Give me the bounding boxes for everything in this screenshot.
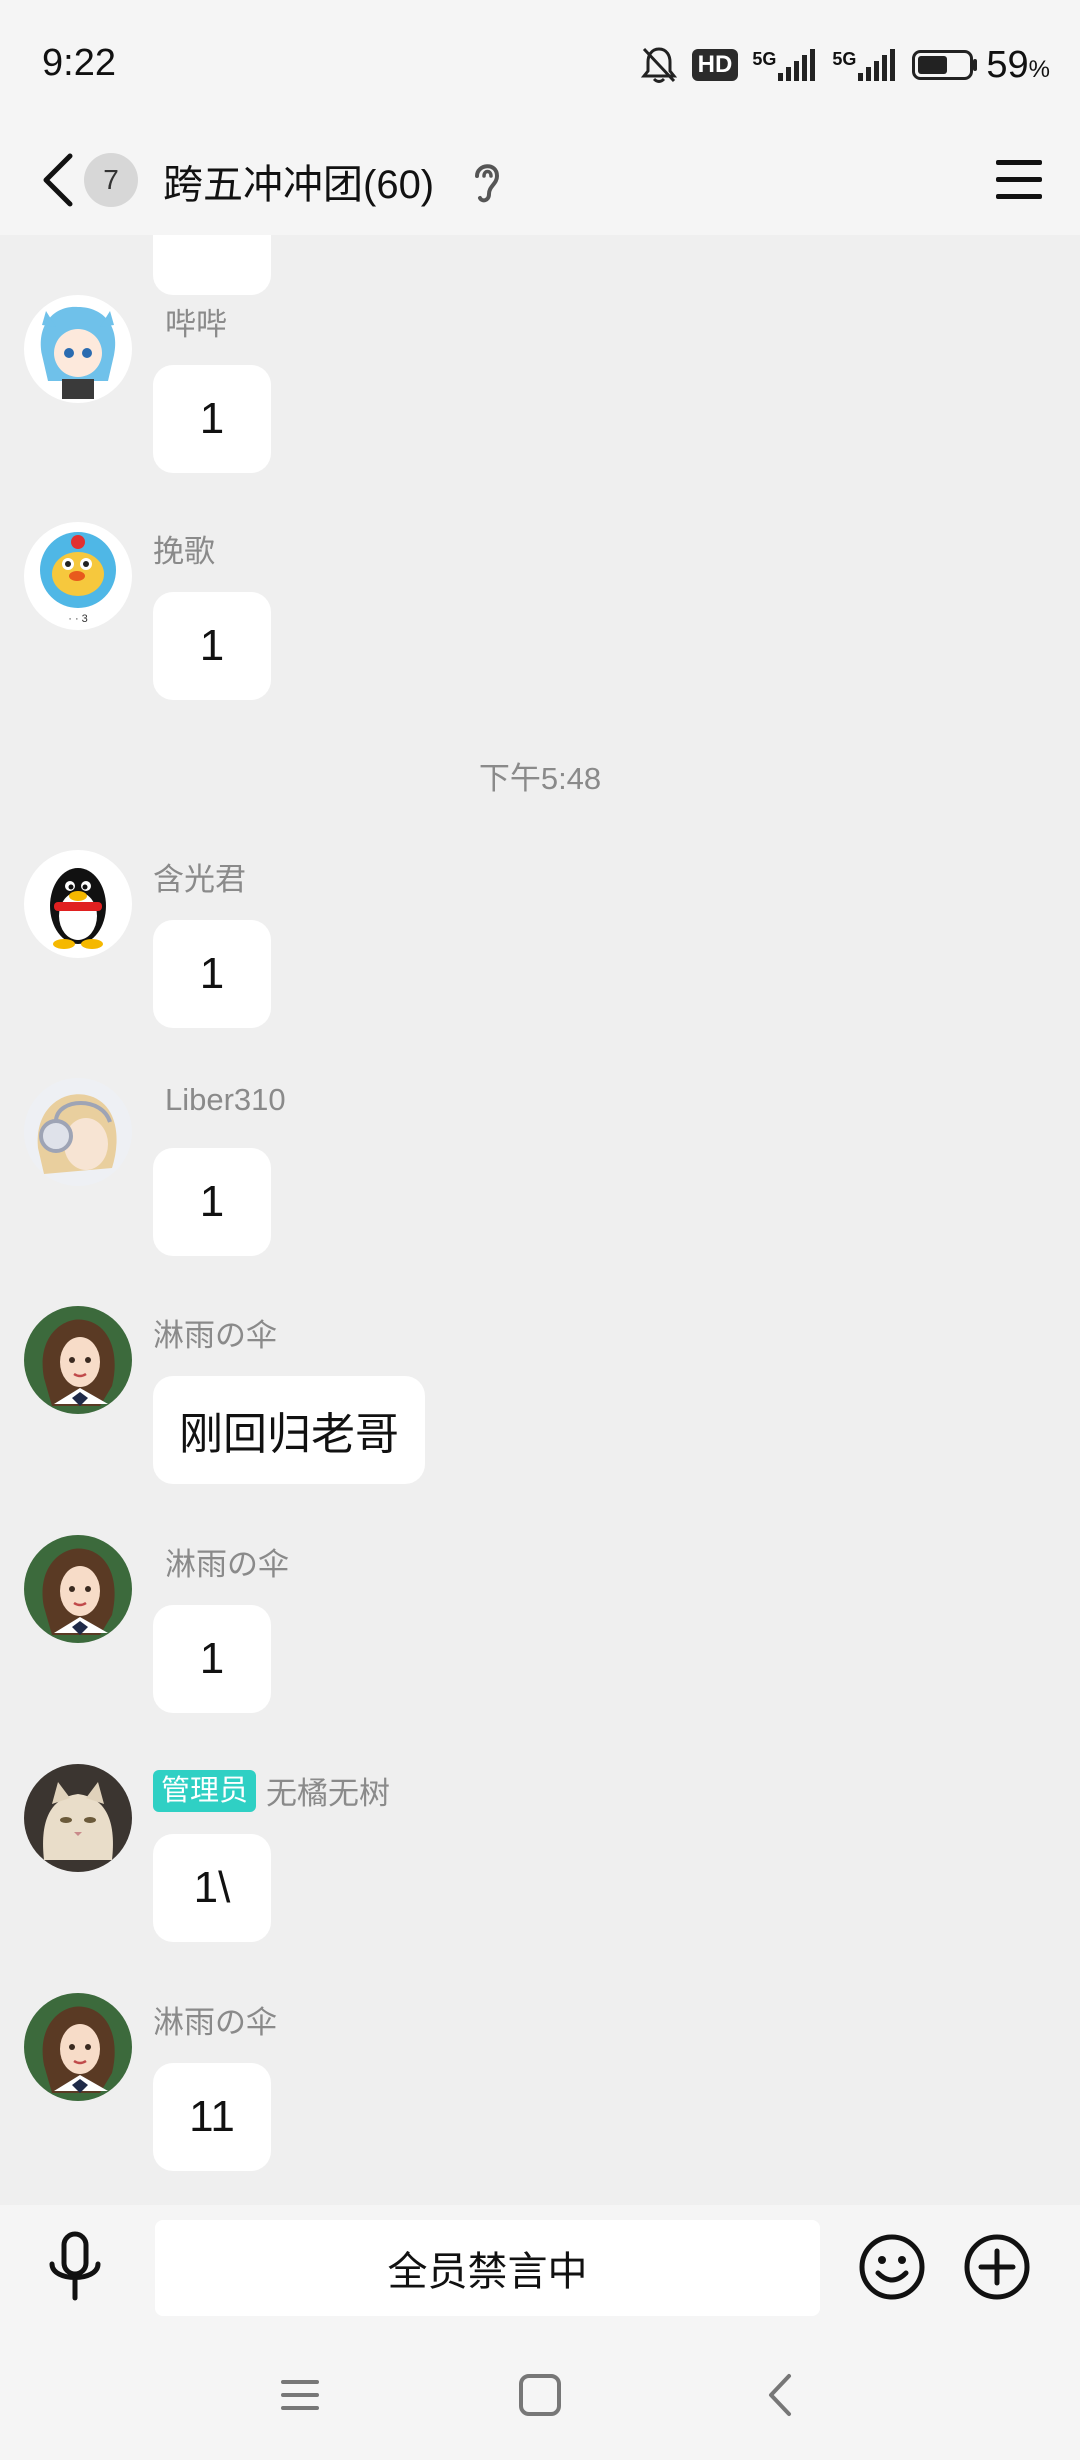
message-list[interactable]: 哔哔 1 · · 3 挽歌 1 下午5:48 含光君 1 Liber310 1 … [0, 235, 1080, 2205]
qq-penguin-avatar[interactable] [24, 850, 132, 958]
svg-text:· · 3: · · 3 [68, 613, 88, 625]
sender-name[interactable]: 挽歌 [153, 526, 215, 571]
girl-portrait-avatar[interactable] [24, 1306, 132, 1414]
emoji-icon[interactable] [858, 2233, 926, 2301]
chevron-left-icon [43, 153, 72, 207]
sender-name[interactable]: 淋雨の伞 [165, 1539, 289, 1584]
anime-headphones-avatar[interactable] [24, 1078, 132, 1186]
sender-name[interactable]: Liber310 [165, 1082, 286, 1118]
girl-portrait-avatar[interactable] [24, 1535, 132, 1643]
plus-circle-icon[interactable] [963, 2233, 1031, 2301]
message-bubble[interactable]: 1 [153, 365, 271, 473]
muted-input-field[interactable]: 全员禁言中 [155, 2220, 820, 2316]
back-button[interactable] [30, 140, 85, 220]
back-nav-icon[interactable] [755, 2370, 805, 2420]
message-bubble[interactable]: 1 [153, 1148, 271, 1256]
group-title[interactable]: 跨五冲冲团(60) [163, 152, 434, 210]
anime-blue-hair-avatar[interactable] [24, 295, 132, 403]
bell-off-icon [640, 47, 677, 83]
network-type-label-2: 5G [832, 49, 857, 69]
sender-name[interactable]: 管理员 无橘无树 [153, 1768, 390, 1813]
sender-name[interactable]: 淋雨の伞 [153, 1310, 277, 1355]
hd-badge: HD [691, 49, 739, 81]
unread-count-badge[interactable]: 7 [84, 153, 138, 207]
system-nav-bar [0, 2330, 1080, 2460]
message-bubble[interactable]: 1 [153, 592, 271, 700]
time-divider: 下午5:48 [478, 761, 602, 796]
cat-avatar[interactable] [24, 1764, 132, 1872]
sender-name[interactable]: 哔哔 [165, 299, 227, 344]
girl-portrait-avatar[interactable] [24, 1993, 132, 2101]
menu-icon[interactable] [992, 150, 1048, 210]
status-time: 9:22 [42, 42, 116, 84]
signal-5g-icon: 5G [752, 49, 818, 81]
message-bubble[interactable]: 1 [153, 1605, 271, 1713]
recent-apps-icon[interactable] [275, 2370, 325, 2420]
signal-5g-secondary-icon: 5G [832, 49, 898, 81]
battery-indicator: 59% [912, 44, 1050, 87]
message-bubble[interactable]: 刚回归老哥 [153, 1376, 425, 1484]
message-bubble[interactable]: 11 [153, 2063, 271, 2171]
battery-percent: 59% [986, 43, 1050, 86]
input-bar: 全员禁言中 [0, 2205, 1080, 2330]
message-bubble-partial[interactable] [153, 235, 271, 295]
home-icon[interactable] [515, 2370, 565, 2420]
sender-name[interactable]: 淋雨の伞 [153, 1997, 277, 2042]
earpiece-mode-icon[interactable] [470, 154, 504, 208]
status-bar: 9:22 HD 5G 5G 59% [0, 0, 1080, 130]
chat-header: 7 跨五冲冲团(60) [0, 130, 1080, 235]
microphone-icon[interactable] [40, 2230, 110, 2306]
status-icons: HD 5G 5G 59% [640, 40, 1050, 90]
sender-name[interactable]: 含光君 [153, 854, 246, 899]
admin-role-tag: 管理员 [153, 1769, 257, 1812]
yellow-duck-avatar[interactable]: · · 3 [24, 522, 132, 630]
message-bubble[interactable]: 1 [153, 920, 271, 1028]
battery-icon [912, 50, 978, 80]
message-bubble[interactable]: 1\ [153, 1834, 271, 1942]
network-type-label: 5G [752, 49, 777, 69]
